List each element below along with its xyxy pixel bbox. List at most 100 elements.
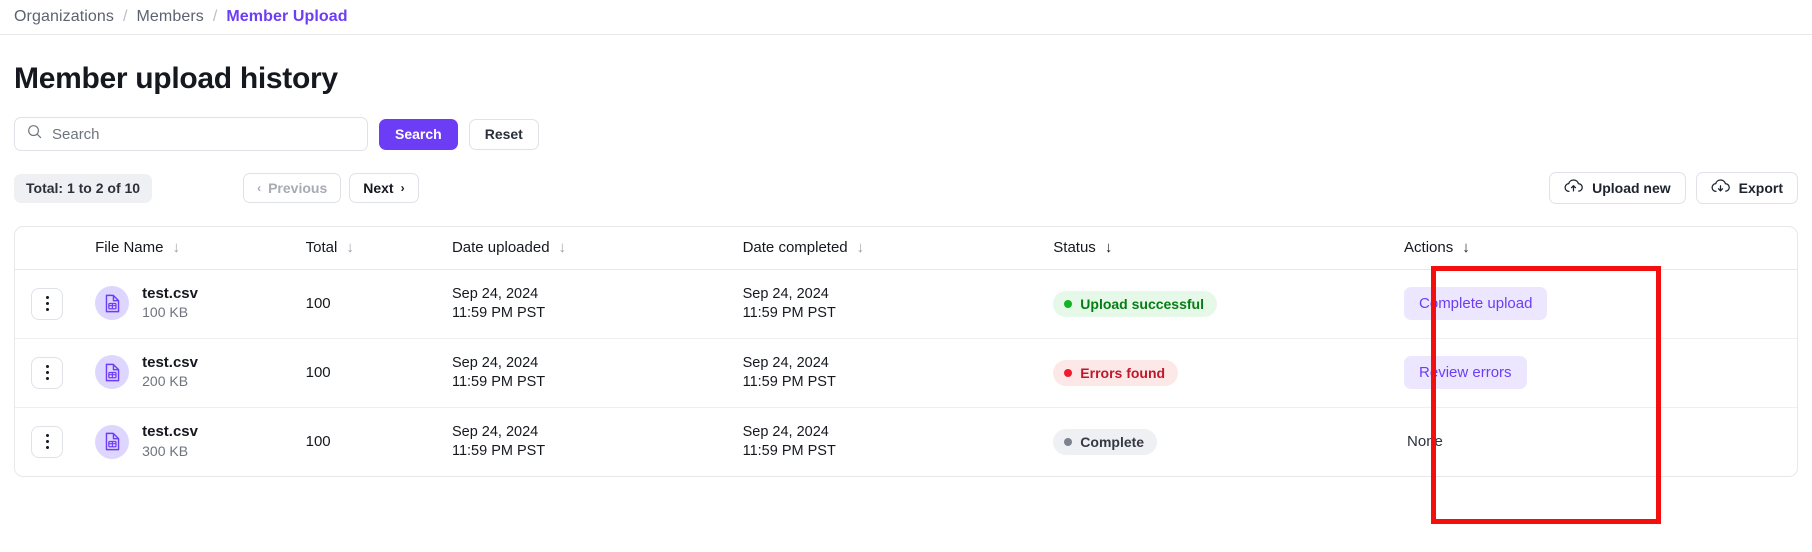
upload-new-button[interactable]: Upload new <box>1549 172 1686 204</box>
date-uploaded-date: Sep 24, 2024 <box>451 285 539 302</box>
column-header-file-name[interactable]: File Name ↓ <box>77 227 306 270</box>
csv-file-icon <box>95 424 130 459</box>
previous-page-button[interactable]: ‹ Previous <box>243 173 342 203</box>
sort-descending-icon[interactable]: ↓ <box>346 240 354 255</box>
breadcrumb-separator: / <box>212 8 218 25</box>
status-cell: Complete <box>1053 407 1386 476</box>
breadcrumb-item-member-upload[interactable]: Member Upload <box>226 8 347 26</box>
complete-upload-action-button[interactable]: Complete upload <box>1404 287 1548 320</box>
status-dot-icon <box>1064 299 1073 308</box>
chevron-left-icon: ‹ <box>257 181 262 195</box>
status-badge: Upload successful <box>1053 290 1217 317</box>
next-page-button[interactable]: Next › <box>349 173 419 203</box>
file-name-label: test.csv <box>142 353 198 371</box>
kebab-dot-icon <box>45 371 49 374</box>
chevron-right-icon: › <box>400 181 405 195</box>
date-uploaded-date: Sep 24, 2024 <box>451 423 539 440</box>
table-row[interactable]: test.csv 300 KB 100 Sep 24, 2024 11:59 P… <box>15 407 1797 476</box>
column-header-total[interactable]: Total ↓ <box>305 227 452 270</box>
export-button[interactable]: Export <box>1695 172 1798 204</box>
date-uploaded-time: 11:59 PM PST <box>451 304 546 321</box>
table-row[interactable]: test.csv 100 KB 100 Sep 24, 2024 11:59 P… <box>15 269 1797 339</box>
kebab-dot-icon <box>45 377 49 380</box>
date-uploaded-time: 11:59 PM PST <box>451 373 546 390</box>
status-dot-icon <box>1064 437 1073 446</box>
row-actions-menu-button[interactable] <box>31 425 63 458</box>
date-completed-cell: Sep 24, 2024 11:59 PM PST <box>743 407 1054 476</box>
date-uploaded-time: 11:59 PM PST <box>451 442 546 459</box>
row-menu-cell <box>15 407 77 476</box>
status-badge-label: Errors found <box>1080 364 1166 381</box>
search-input[interactable] <box>52 125 355 143</box>
csv-file-icon <box>95 286 130 321</box>
upload-new-label: Upload new <box>1592 180 1671 196</box>
sort-descending-icon[interactable]: ↓ <box>1105 240 1113 255</box>
file-size-label: 200 KB <box>142 373 189 390</box>
file-cell: test.csv 300 KB <box>77 407 306 476</box>
date-uploaded-date: Sep 24, 2024 <box>451 354 539 371</box>
kebab-dot-icon <box>45 446 49 450</box>
breadcrumb-item-members[interactable]: Members <box>136 8 203 26</box>
cloud-upload-icon <box>1564 178 1583 198</box>
review-errors-action-button[interactable]: Review errors <box>1404 356 1527 389</box>
breadcrumb-item-organizations[interactable]: Organizations <box>14 8 114 26</box>
column-header-actions-label: Actions <box>1404 239 1454 257</box>
file-name-label: test.csv <box>142 422 198 440</box>
spacer-cell <box>1627 407 1797 476</box>
csv-file-icon <box>95 355 130 390</box>
actions-cell: None <box>1386 407 1627 476</box>
column-header-status[interactable]: Status ↓ <box>1053 227 1387 270</box>
next-page-label: Next <box>363 180 394 196</box>
total-cell: 100 <box>305 338 452 408</box>
column-header-kebab <box>15 227 78 270</box>
previous-page-label: Previous <box>268 180 328 196</box>
sort-descending-icon[interactable]: ↓ <box>1462 240 1470 255</box>
column-header-file-name-label: File Name <box>95 239 164 257</box>
no-action-label: None <box>1407 433 1443 451</box>
kebab-dot-icon <box>45 296 49 299</box>
date-completed-cell: Sep 24, 2024 11:59 PM PST <box>742 338 1054 408</box>
row-actions-menu-button[interactable] <box>31 287 63 320</box>
date-uploaded-cell: Sep 24, 2024 11:59 PM PST <box>451 338 743 408</box>
file-size-label: 100 KB <box>142 304 189 321</box>
status-badge-label: Upload successful <box>1080 295 1204 312</box>
search-icon <box>27 124 42 144</box>
search-button[interactable]: Search <box>379 118 458 150</box>
date-completed-date: Sep 24, 2024 <box>742 354 829 371</box>
table-row[interactable]: test.csv 200 KB 100 Sep 24, 2024 11:59 P… <box>15 338 1797 408</box>
breadcrumb: Organizations / Members / Member Upload <box>0 0 1812 35</box>
date-completed-time: 11:59 PM PST <box>742 442 836 459</box>
column-header-date-uploaded[interactable]: Date uploaded ↓ <box>451 227 743 270</box>
cloud-download-icon <box>1711 178 1730 198</box>
sort-descending-icon[interactable]: ↓ <box>857 240 865 255</box>
pagination-toolbar: Total: 1 to 2 of 10 ‹ Previous Next › Up… <box>0 151 1812 204</box>
search-box[interactable] <box>14 117 368 151</box>
row-actions-menu-button[interactable] <box>31 356 63 389</box>
table-header-row: File Name ↓ Total ↓ Date uploaded ↓ Date… <box>15 227 1797 270</box>
actions-cell: Complete upload <box>1386 269 1627 339</box>
date-uploaded-cell: Sep 24, 2024 11:59 PM PST <box>452 407 743 476</box>
column-header-total-label: Total <box>305 239 338 257</box>
status-badge: Errors found <box>1053 359 1179 386</box>
date-uploaded-cell: Sep 24, 2024 11:59 PM PST <box>451 269 743 339</box>
total-count-label: Total: 1 to 2 of 10 <box>14 173 153 203</box>
sort-descending-icon[interactable]: ↓ <box>172 240 180 255</box>
spacer-cell <box>1626 338 1797 408</box>
file-size-label: 300 KB <box>142 442 189 459</box>
row-menu-cell <box>15 338 78 408</box>
status-badge: Complete <box>1053 428 1158 455</box>
column-header-date-completed[interactable]: Date completed ↓ <box>742 227 1054 270</box>
reset-button[interactable]: Reset <box>468 118 539 150</box>
column-header-date-uploaded-label: Date uploaded <box>451 239 550 257</box>
column-header-spacer <box>1626 227 1797 270</box>
kebab-dot-icon <box>45 434 49 438</box>
sort-descending-icon[interactable]: ↓ <box>559 240 567 255</box>
total-cell: 100 <box>305 269 452 339</box>
file-cell: test.csv 200 KB <box>77 338 306 408</box>
upload-history-table: File Name ↓ Total ↓ Date uploaded ↓ Date… <box>14 226 1798 477</box>
column-header-actions[interactable]: Actions ↓ <box>1386 227 1627 270</box>
kebab-dot-icon <box>45 302 49 305</box>
column-header-date-completed-label: Date completed <box>742 239 848 257</box>
status-cell: Upload successful <box>1053 269 1387 339</box>
search-toolbar: Search Reset <box>0 96 1812 151</box>
